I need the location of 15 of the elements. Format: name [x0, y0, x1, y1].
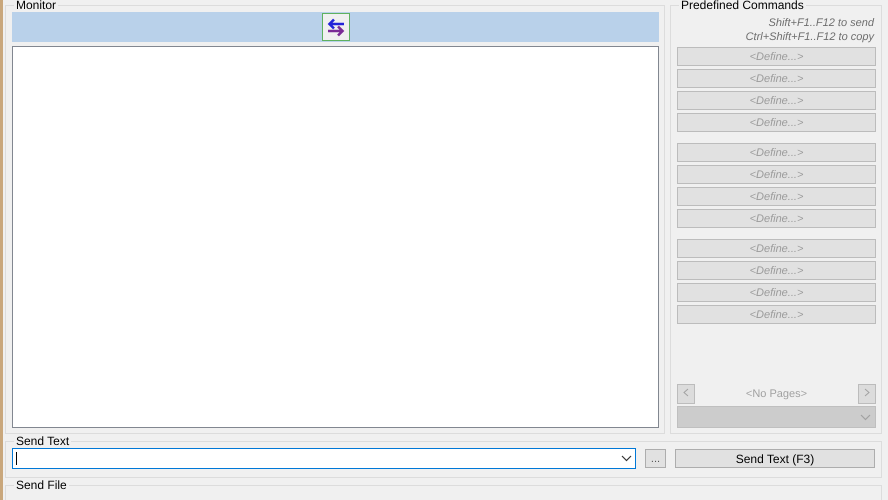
send-text-field[interactable]: [12, 448, 636, 469]
group-title: Send File: [15, 480, 68, 491]
group-title: Predefined Commands: [680, 0, 805, 11]
group-title: Send Text: [15, 436, 70, 447]
shortcut-hint: Ctrl+Shift+F1..F12 to copy: [746, 30, 876, 44]
send-text-button[interactable]: Send Text (F3): [675, 449, 875, 468]
chevron-down-icon: [860, 414, 871, 420]
swap-direction-button[interactable]: [322, 13, 350, 41]
page-label: <No Pages>: [744, 388, 808, 400]
group-title: Monitor: [15, 0, 58, 11]
shortcut-hint: Shift+F1..F12 to send: [768, 16, 876, 30]
chevron-down-icon: [621, 455, 632, 462]
chevron-left-icon: [683, 388, 689, 396]
chevron-right-icon: [864, 388, 870, 396]
browse-button[interactable]: ...: [645, 449, 666, 468]
